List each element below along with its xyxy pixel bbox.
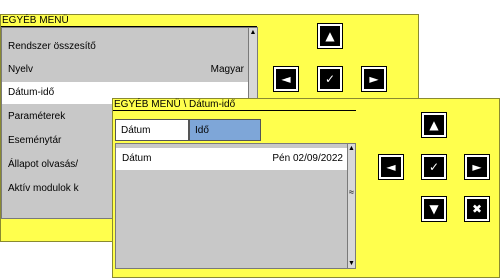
menu-item-label: Paraméterek [8,111,66,122]
menu-item-nyelv[interactable]: Nyelv Magyar [2,59,248,81]
menu-item-label: Nyelv [8,64,34,75]
arrow-right-icon: ► [369,72,379,86]
front-title-rule [113,110,356,111]
tab-label: Idő [195,125,209,136]
menu-item-label: Rendszer összesítő [8,41,96,52]
arrow-right-icon: ► [472,160,482,174]
tab-datum[interactable]: Dátum [115,119,189,141]
back-left-button[interactable]: ◄ [273,66,299,92]
scroll-grip-icon[interactable]: ≈ [348,188,355,197]
front-left-button[interactable]: ◄ [378,154,404,180]
back-up-button[interactable]: ▲ [317,23,343,49]
arrow-left-icon: ◄ [281,72,291,86]
front-ok-button[interactable]: ✓ [421,154,447,180]
arrow-up-icon: ▲ [325,29,335,43]
front-up-button[interactable]: ▲ [421,112,447,138]
scroll-up-icon[interactable]: ▲ [348,144,355,153]
checkmark-icon: ✓ [324,72,336,86]
front-scrollbar[interactable]: ▲ ≈ ▼ [347,144,355,268]
scroll-down-icon[interactable]: ▼ [348,259,355,268]
menu-item-label: Eseménytár [8,135,62,146]
arrow-up-icon: ▲ [429,118,439,132]
front-cancel-button[interactable]: ✖ [464,196,490,222]
menu-item-label: Állapot olvasás/ [8,159,79,170]
menu-item-rendszer[interactable]: Rendszer összesítő [2,36,248,58]
scroll-up-icon[interactable]: ▲ [249,28,257,37]
checkmark-icon: ✓ [428,160,440,174]
tab-ido[interactable]: Idő [189,119,261,141]
front-right-button[interactable]: ► [464,154,490,180]
setting-row-datum[interactable]: Dátum Pén 02/09/2022 [116,148,347,170]
back-ok-button[interactable]: ✓ [317,66,343,92]
menu-item-label: Aktív modulok k [8,183,79,194]
front-window: EGYÉB MENÜ \ Dátum-idő Dátum Idő Dátum P… [112,98,500,278]
tab-label: Dátum [121,125,151,136]
back-right-button[interactable]: ► [361,66,387,92]
front-down-button[interactable]: ▼ [421,196,447,222]
setting-label: Dátum [122,153,152,164]
menu-item-value: Magyar [210,64,244,75]
arrow-down-icon: ▼ [429,202,439,216]
cancel-x-icon: ✖ [471,202,483,216]
menu-item-label: Dátum-idő [8,87,55,98]
front-settings-list: Dátum Pén 02/09/2022 ▲ ≈ ▼ [115,143,356,269]
setting-value: Pén 02/09/2022 [272,153,343,164]
arrow-left-icon: ◄ [386,160,396,174]
